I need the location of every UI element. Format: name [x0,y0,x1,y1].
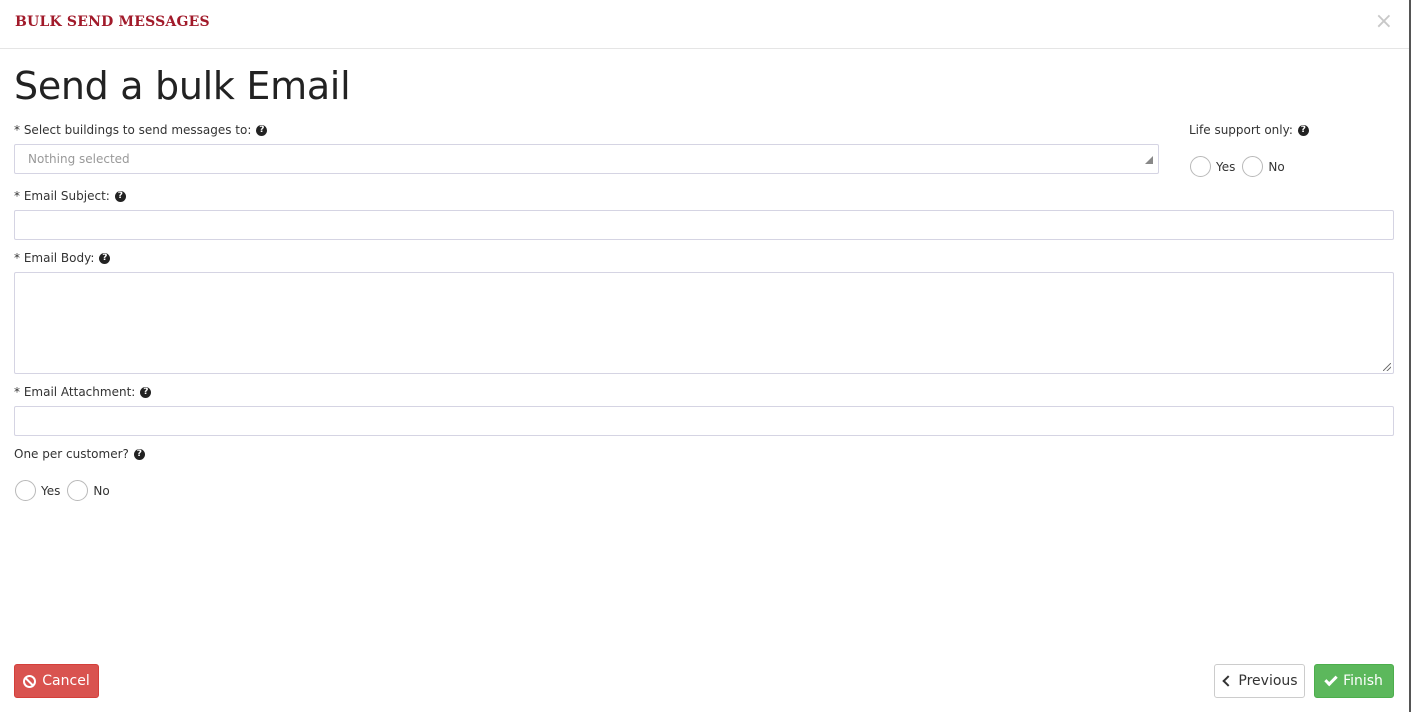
chevron-left-icon [1222,675,1235,687]
life-support-yes-radio[interactable] [1190,156,1211,177]
previous-button[interactable]: Previous [1214,664,1305,698]
buildings-label: * Select buildings to send messages to: … [14,123,268,137]
subject-label-text: * Email Subject: [14,189,110,203]
one-per-customer-no-radio[interactable] [67,480,89,501]
buildings-select[interactable]: Nothing selected [14,144,1159,174]
cancel-button[interactable]: Cancel [14,664,99,698]
body-textarea[interactable] [14,272,1394,374]
page-title: Send a bulk Email [14,64,351,108]
attachment-label: * Email Attachment: ? [14,385,152,399]
attachment-label-text: * Email Attachment: [14,385,136,399]
one-per-customer-yes-label: Yes [41,483,61,498]
life-support-label-text: Life support only: [1189,123,1293,137]
one-per-customer-label: One per customer? ? [14,447,145,461]
subject-label: * Email Subject: ? [14,189,126,203]
body-label-text: * Email Body: [14,251,95,265]
finish-button[interactable]: Finish [1314,664,1394,698]
help-icon[interactable]: ? [1297,124,1309,136]
help-icon[interactable]: ? [140,386,152,398]
body-label: * Email Body: ? [14,251,111,265]
cancel-button-label: Cancel [42,673,90,689]
help-icon[interactable]: ? [99,252,111,264]
ban-icon [23,674,37,688]
buildings-select-placeholder: Nothing selected [28,152,130,166]
life-support-radio-group: Yes No [1190,156,1292,177]
modal-title: BULK SEND MESSAGES [15,14,210,30]
life-support-label: Life support only: ? [1189,123,1309,137]
attachment-input[interactable] [14,406,1394,436]
help-icon[interactable]: ? [256,124,268,136]
modal-header: BULK SEND MESSAGES × [0,0,1409,49]
finish-button-label: Finish [1343,673,1383,689]
one-per-customer-no-label: No [93,483,110,498]
one-per-customer-yes-radio[interactable] [15,480,36,501]
life-support-no-label: No [1268,159,1285,174]
life-support-yes-label: Yes [1216,159,1236,174]
one-per-customer-radio-group: Yes No [15,480,117,501]
caret-down-icon [1145,156,1153,164]
bulk-send-modal: BULK SEND MESSAGES × Send a bulk Email *… [0,0,1409,712]
close-icon[interactable]: × [1375,8,1393,36]
one-per-customer-label-text: One per customer? [14,447,129,461]
previous-button-label: Previous [1238,673,1298,689]
resize-handle[interactable] [1383,363,1391,371]
subject-input[interactable] [14,210,1394,240]
life-support-no-radio[interactable] [1242,156,1264,177]
help-icon[interactable]: ? [133,448,145,460]
help-icon[interactable]: ? [114,190,126,202]
buildings-label-text: * Select buildings to send messages to: [14,123,252,137]
check-icon [1324,672,1338,687]
